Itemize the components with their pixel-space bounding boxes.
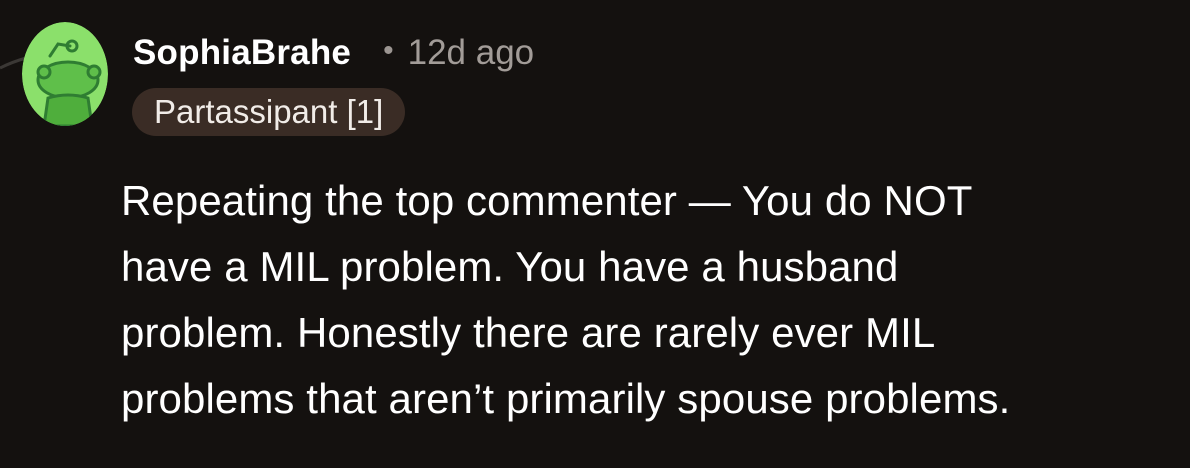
comment-body: Repeating the top commenter — You do NOT… [121,168,1181,432]
user-flair-badge: Partassipant [1] [132,88,406,136]
comment-text-line: Repeating the top commenter — You do NOT [121,177,973,224]
comment-text-line: have a MIL problem. You have a husband [121,243,899,290]
meta-separator: • [383,34,394,67]
comment-text-line: problems that aren’t primarily spouse pr… [121,375,1011,422]
user-avatar[interactable] [22,22,108,126]
snoo-avatar-icon [22,22,108,126]
author-username[interactable]: SophiaBrahe [133,33,351,73]
comment-text-line: problem. Honestly there are rarely ever … [121,309,936,356]
comment-header: SophiaBrahe • 12d ago [133,30,534,76]
comment-timestamp[interactable]: 12d ago [408,33,535,73]
